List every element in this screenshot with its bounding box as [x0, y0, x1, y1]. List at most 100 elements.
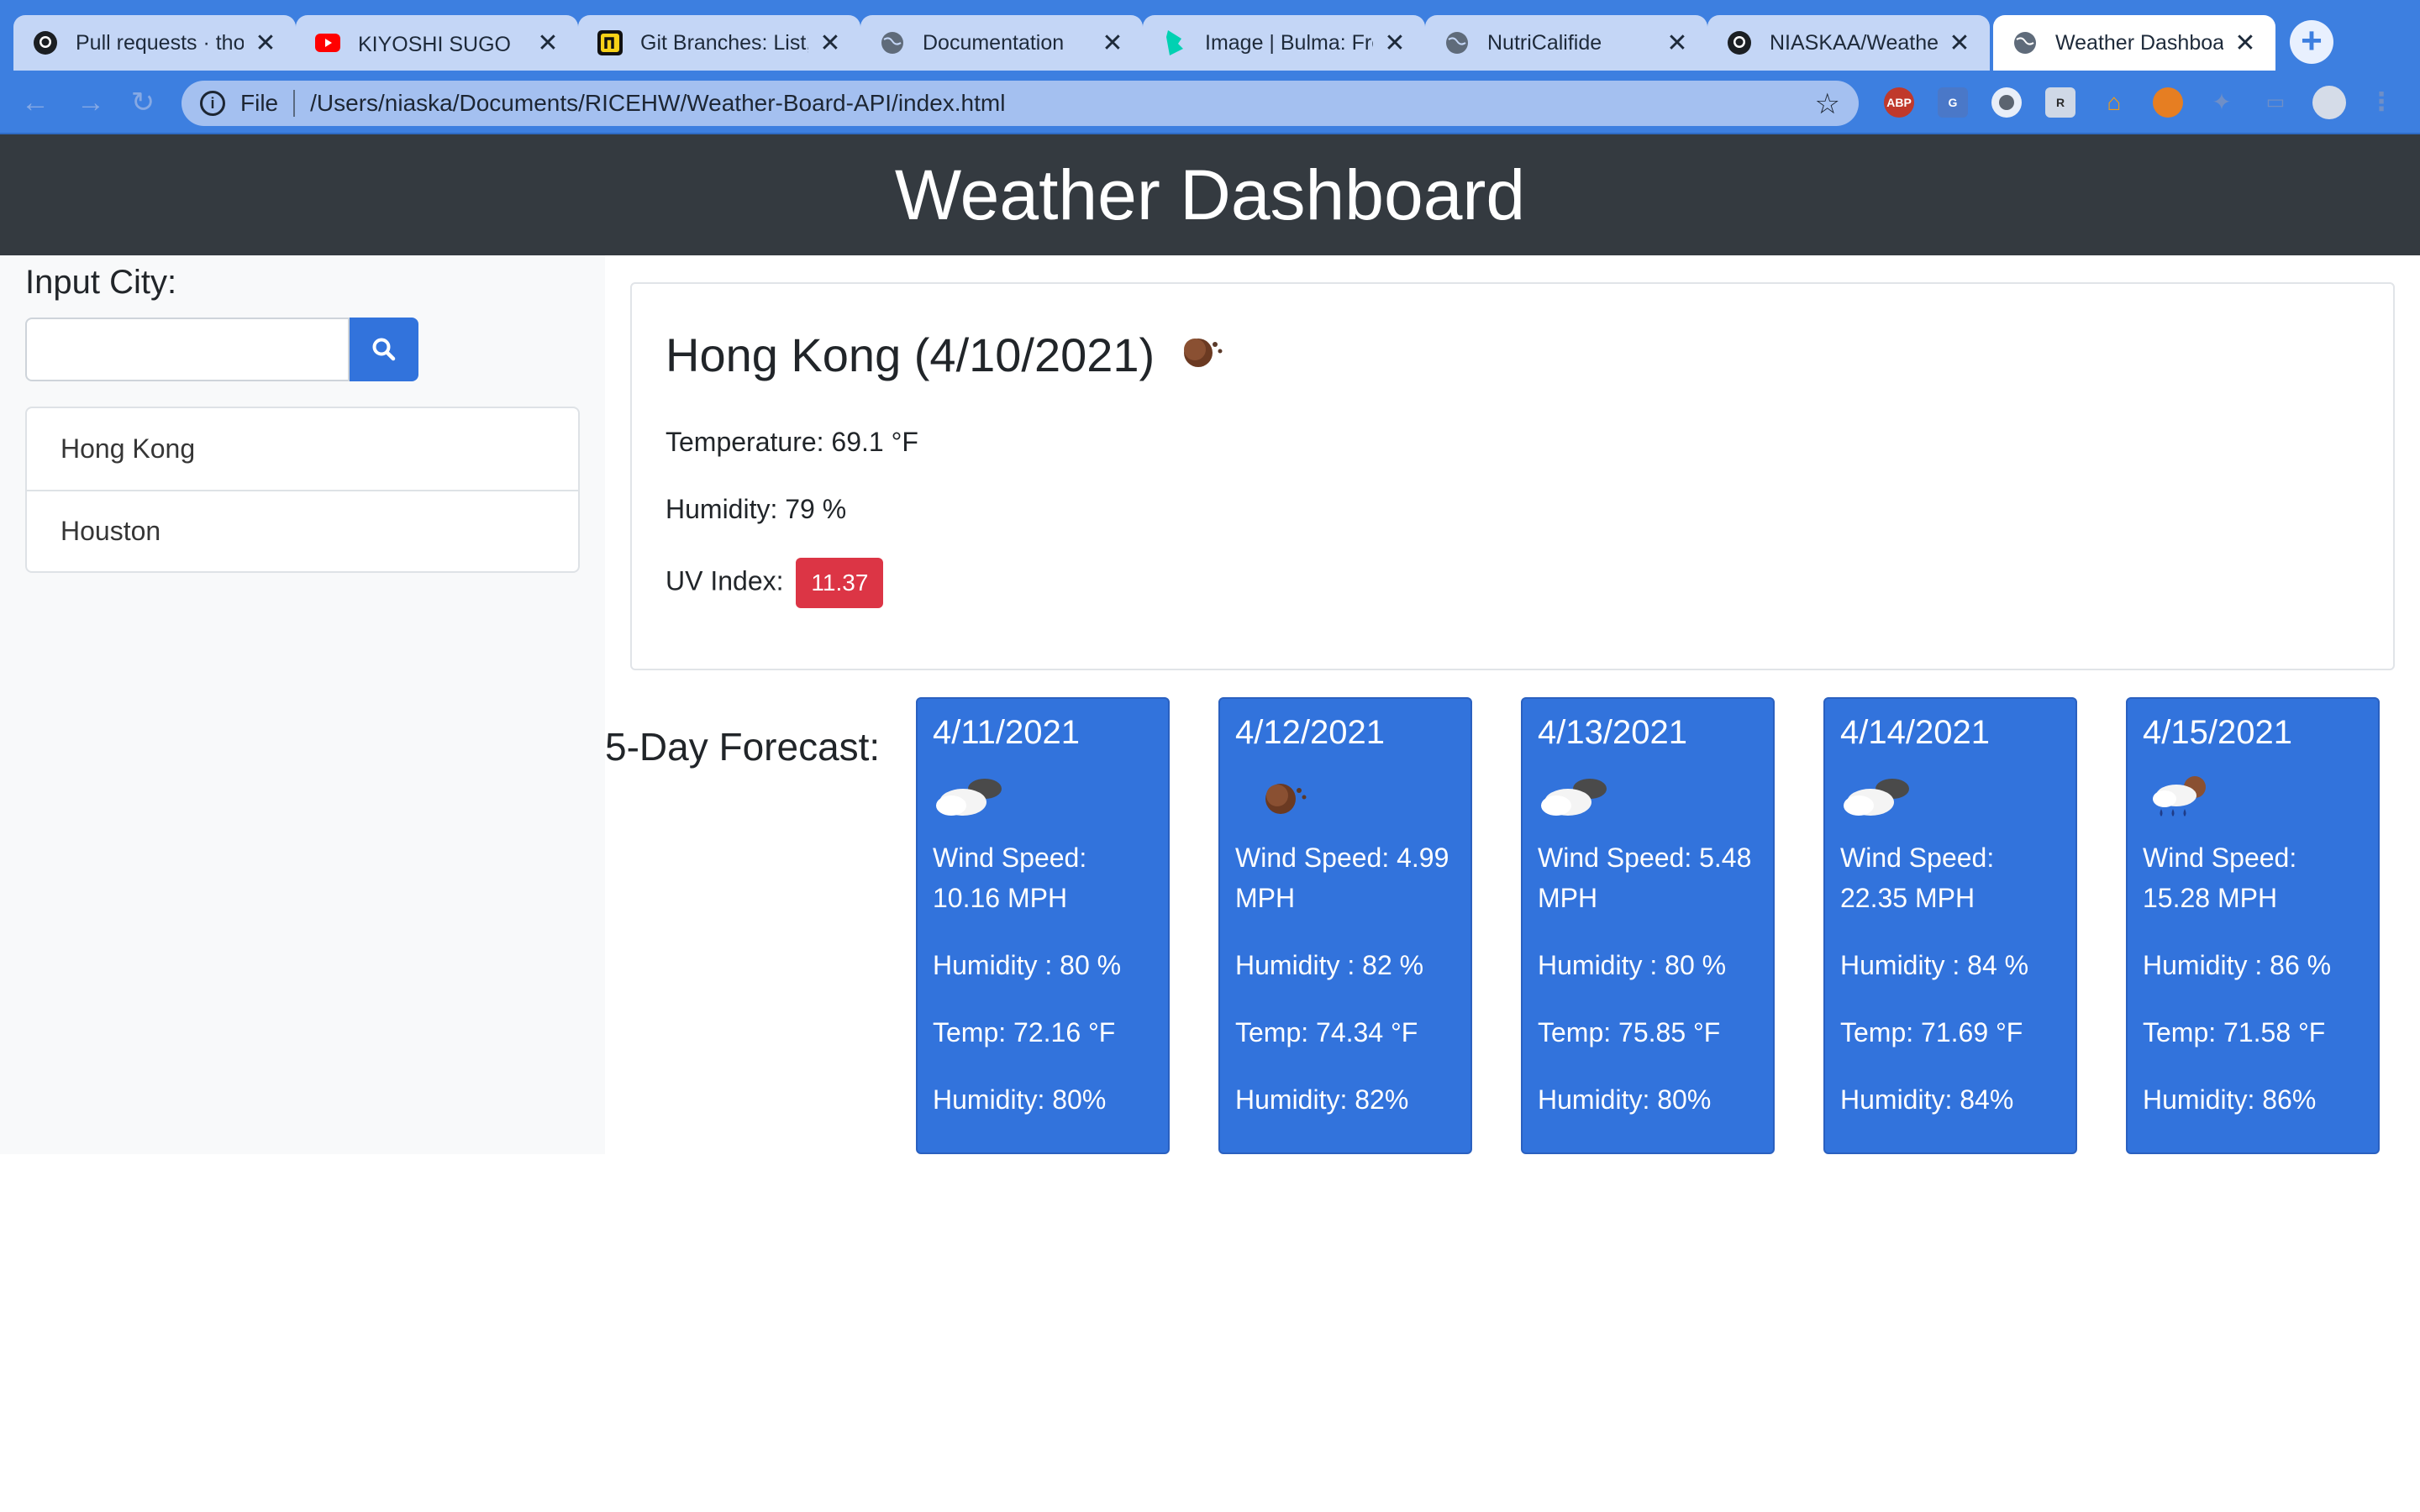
forecast-humidity: Humidity : 80 %	[1538, 950, 1727, 980]
city-list-item[interactable]: Houston	[27, 490, 578, 571]
translate-extension-icon[interactable]: G	[1938, 87, 1968, 118]
youtube-icon	[314, 29, 341, 56]
adblock-extension-icon[interactable]: ABP	[1884, 87, 1914, 118]
forecast-humidity-percent: Humidity: 82%	[1235, 1084, 1409, 1115]
home-extension-icon[interactable]: ⌂	[2099, 87, 2129, 118]
browser-tab-active[interactable]: Weather Dashboa ✕	[1993, 15, 2275, 71]
extension-icon[interactable]: R	[2045, 87, 2075, 118]
address-bar[interactable]: i File /Users/niaska/Documents/RICEHW/We…	[182, 81, 1859, 126]
browser-toolbar: ← → ↻ i File /Users/niaska/Documents/RIC…	[0, 71, 2420, 134]
close-icon[interactable]: ✕	[536, 29, 560, 58]
browser-tab[interactable]: Image | Bulma: Fre ✕	[1143, 15, 1425, 71]
forecast-card: 4/13/2021 Wind Speed: 5.48 MPH Humidity …	[1521, 697, 1775, 1154]
address-divider	[293, 90, 296, 117]
uv-index-row: UV Index: 11.37	[666, 558, 884, 608]
forecast-wind: Wind Speed: 4.99 MPH	[1235, 843, 1449, 913]
cast-icon[interactable]: ▭	[2260, 87, 2291, 118]
close-icon[interactable]: ✕	[1665, 29, 1689, 58]
close-icon[interactable]: ✕	[2233, 29, 2257, 58]
forecast-humidity: Humidity : 84 %	[1840, 950, 2029, 980]
tab-title: Git Branches: List,	[640, 30, 808, 55]
cloud-icon	[1538, 770, 1758, 824]
back-arrow-icon[interactable]: ←	[18, 86, 52, 119]
forecast-wind: Wind Speed: 22.35 MPH	[1840, 843, 1995, 913]
forecast-humidity-percent: Humidity: 84%	[1840, 1084, 2014, 1115]
tab-title: Weather Dashboa	[2055, 30, 2223, 55]
current-humidity: Humidity: 79 %	[666, 494, 847, 524]
cloud-icon	[1840, 770, 2060, 824]
forecast-humidity-percent: Humidity: 86%	[2143, 1084, 2317, 1115]
bookmark-star-icon[interactable]: ☆	[1815, 87, 1840, 121]
globe-icon	[1444, 29, 1470, 56]
city-list-item[interactable]: Hong Kong	[27, 408, 578, 490]
forecast-card: 4/11/2021 Wind Speed: 10.16 MPH Humidity…	[916, 697, 1170, 1154]
github-icon	[1726, 29, 1753, 56]
tab-title: NIASKAA/Weather	[1770, 30, 1938, 55]
menu-dots-icon[interactable]: ⋮	[2366, 87, 2396, 118]
forecast-temp: Temp: 71.69 °F	[1840, 1017, 2023, 1047]
city-history-list: Hong Kong Houston	[25, 407, 580, 573]
profile-avatar[interactable]	[2312, 86, 2346, 119]
tab-title: KIYOSHI SUGO 「/	[358, 33, 526, 56]
city-input-label: Input City:	[25, 264, 177, 301]
new-tab-button[interactable]: +	[2290, 20, 2333, 64]
cloud-icon	[933, 770, 1153, 824]
search-icon	[372, 338, 396, 361]
forecast-date: 4/13/2021	[1538, 714, 1687, 751]
forecast-temp: Temp: 74.34 °F	[1235, 1017, 1418, 1047]
forecast-wind: Wind Speed: 15.28 MPH	[2143, 843, 2297, 913]
close-icon[interactable]: ✕	[1101, 29, 1124, 58]
forecast-date: 4/11/2021	[933, 714, 1080, 751]
forecast-temp: Temp: 72.16 °F	[933, 1017, 1116, 1047]
page-title: Weather Dashboard	[894, 155, 1526, 234]
rain-cloud-icon	[2143, 770, 2363, 824]
forecast-humidity: Humidity : 80 %	[933, 950, 1122, 980]
address-scheme: File	[240, 90, 279, 116]
uv-index-label: UV Index:	[666, 565, 784, 596]
forecast-date: 4/15/2021	[2143, 714, 2292, 751]
city-search-input[interactable]	[25, 318, 350, 381]
github-icon	[32, 29, 59, 56]
n-logo-icon	[597, 29, 623, 56]
forecast-humidity: Humidity : 86 %	[2143, 950, 2332, 980]
browser-tab-bar: Pull requests · tho ✕ KIYOSHI SUGO 「/ ✕ …	[0, 0, 2420, 71]
browser-tab[interactable]: Documentation ✕	[860, 15, 1143, 71]
browser-tab[interactable]: NutriCalifide ✕	[1425, 15, 1707, 71]
close-icon[interactable]: ✕	[818, 29, 842, 58]
globe-icon	[2012, 29, 2039, 56]
forecast-card: 4/15/2021 Wind Speed: 15.28 MPH Humidity…	[2126, 697, 2380, 1154]
current-city-date: Hong Kong (4/10/2021)	[666, 328, 1155, 381]
forecast-date: 4/12/2021	[1235, 714, 1385, 751]
record-extension-icon[interactable]	[1991, 87, 2022, 118]
moon-icon	[1176, 328, 1227, 382]
puzzle-extension-icon[interactable]: ✦	[2207, 87, 2237, 118]
browser-tab[interactable]: NIASKAA/Weather ✕	[1707, 15, 1990, 71]
avatar-extension-icon[interactable]	[2153, 87, 2183, 118]
forward-arrow-icon[interactable]: →	[74, 86, 108, 119]
bulma-icon	[1161, 29, 1188, 56]
tab-title: Documentation	[923, 30, 1065, 55]
forecast-card: 4/12/2021 Wind Speed: 4.99 MPH Humidity …	[1218, 697, 1472, 1154]
close-icon[interactable]: ✕	[1948, 29, 1971, 58]
globe-icon	[879, 29, 906, 56]
search-button[interactable]	[350, 318, 418, 381]
browser-tab[interactable]: Pull requests · tho ✕	[13, 15, 296, 71]
forecast-humidity-percent: Humidity: 80%	[933, 1084, 1107, 1115]
address-url[interactable]: /Users/niaska/Documents/RICEHW/Weather-B…	[310, 90, 1005, 117]
close-icon[interactable]: ✕	[254, 29, 277, 58]
tab-title: Pull requests · tho	[76, 30, 244, 55]
forecast-card: 4/14/2021 Wind Speed: 22.35 MPH Humidity…	[1823, 697, 2077, 1154]
close-icon[interactable]: ✕	[1383, 29, 1407, 58]
moon-icon	[1235, 770, 1455, 824]
forecast-humidity-percent: Humidity: 80%	[1538, 1084, 1712, 1115]
forecast-temp: Temp: 75.85 °F	[1538, 1017, 1721, 1047]
browser-tab[interactable]: KIYOSHI SUGO 「/ ✕	[296, 15, 578, 71]
reload-icon[interactable]: ↻	[126, 86, 160, 119]
forecast-date: 4/14/2021	[1840, 714, 1990, 751]
uv-index-badge: 11.37	[796, 558, 884, 608]
browser-tab[interactable]: Git Branches: List, ✕	[578, 15, 860, 71]
info-icon[interactable]: i	[200, 91, 225, 116]
current-weather-heading: Hong Kong (4/10/2021)	[666, 328, 1227, 382]
current-temperature: Temperature: 69.1 °F	[666, 427, 918, 457]
forecast-wind: Wind Speed: 10.16 MPH	[933, 843, 1087, 913]
